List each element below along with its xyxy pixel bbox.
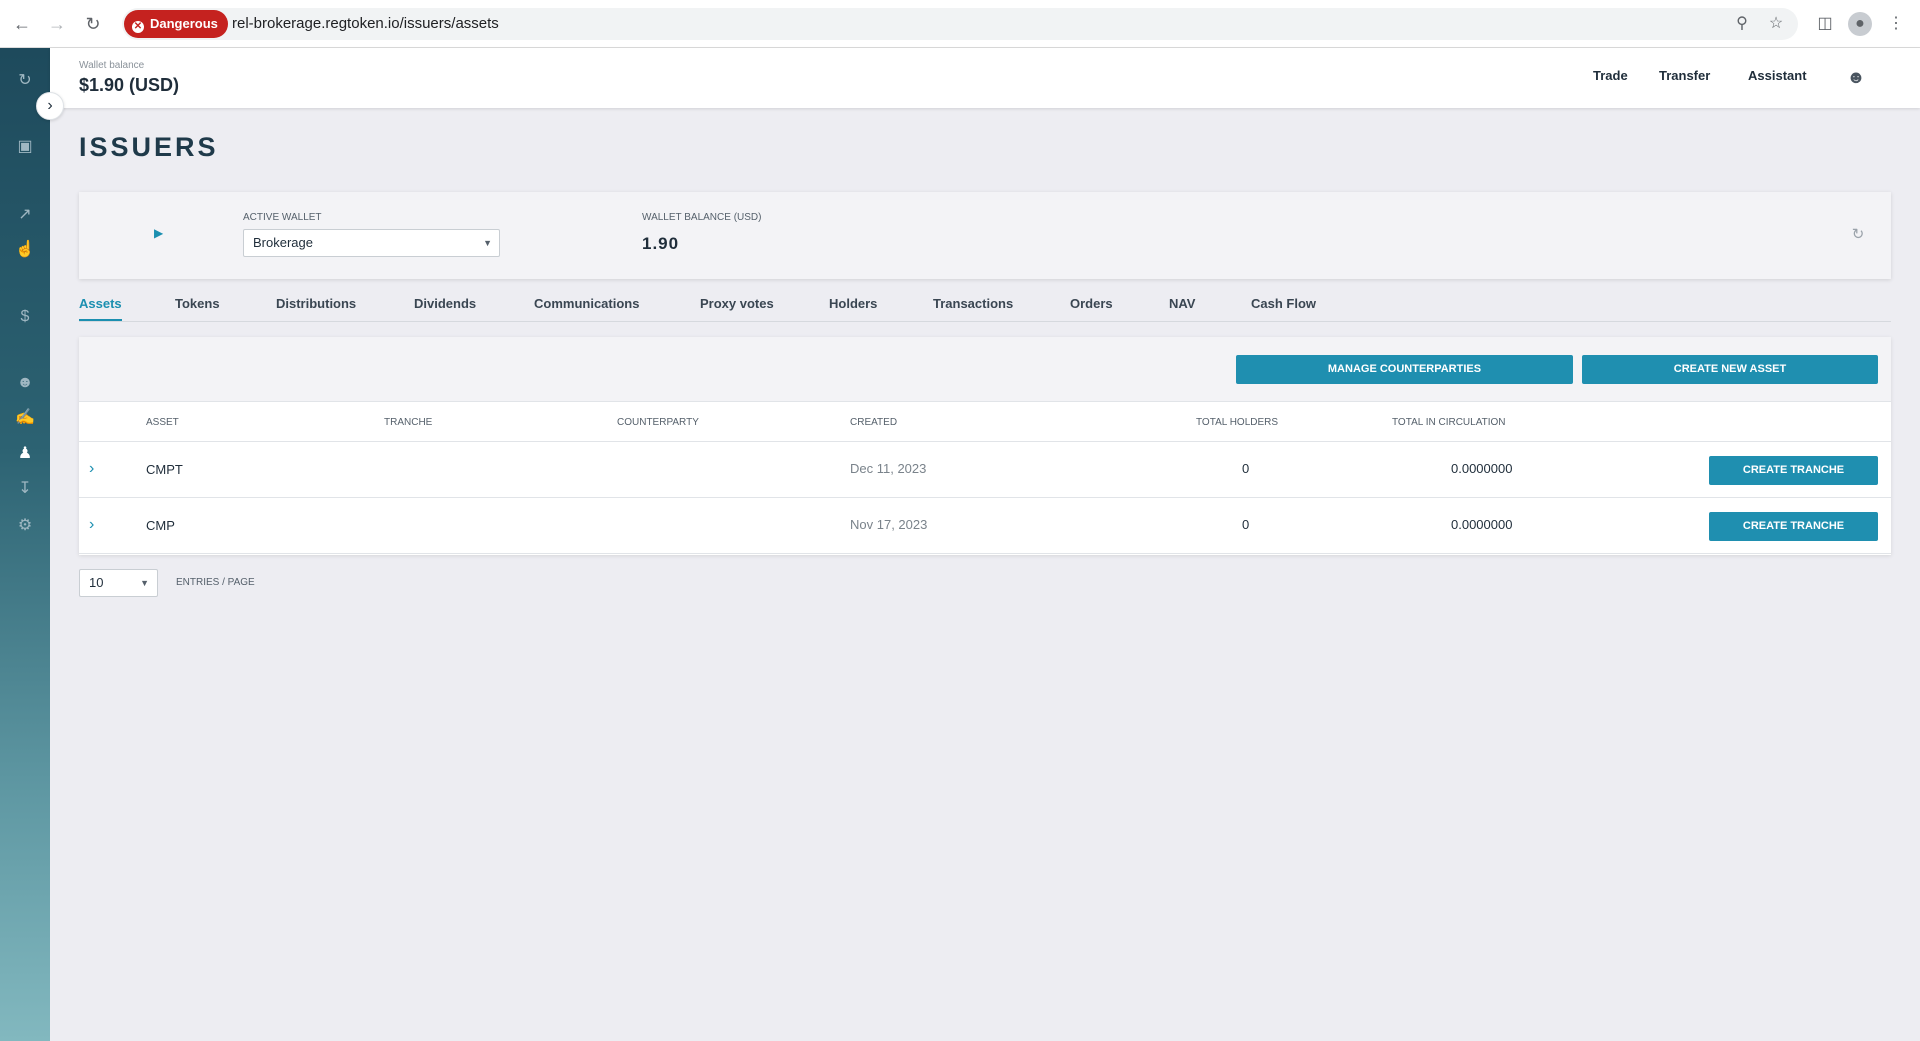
warning-x-icon: ✕ [132, 21, 144, 33]
entries-per-page-label: ENTRIES / PAGE [176, 577, 255, 588]
person-transfer-icon[interactable]: ♟ [13, 443, 37, 465]
caret-down-icon: ▼ [483, 238, 492, 248]
sidebar: ↻ ▣ ↗ ☝ $ ☻ ✍ ♟ ↧ ⚙ [0, 48, 50, 1041]
create-new-asset-button[interactable]: CREATE NEW ASSET [1582, 355, 1878, 384]
wallet-balance-usd-value: 1.90 [642, 234, 680, 253]
active-wallet-select[interactable]: Brokerage ▼ [243, 229, 500, 257]
wallet-balance-caption: Wallet balance [79, 60, 145, 71]
inbox-download-icon[interactable]: ↧ [13, 478, 37, 500]
tab-orders[interactable]: Orders [1070, 296, 1113, 319]
refresh-icon[interactable]: ↻ [1849, 226, 1867, 244]
back-arrow-icon[interactable]: ← [10, 12, 34, 36]
wallet-card: ▶ ACTIVE WALLET Brokerage ▼ WALLET BALAN… [79, 192, 1891, 279]
tab-distributions[interactable]: Distributions [276, 296, 356, 319]
assets-panel: MANAGE COUNTERPARTIES CREATE NEW ASSET A… [79, 337, 1891, 555]
wallet-balance-value: $1.90 (USD) [79, 75, 180, 95]
column-counterparty: COUNTERPARTY [617, 417, 699, 428]
assets-toolbar: MANAGE COUNTERPARTIES CREATE NEW ASSET [79, 337, 1891, 402]
chevron-right-icon[interactable]: › [89, 460, 105, 478]
play-icon[interactable]: ▶ [154, 226, 168, 240]
page-title: ISSUERS [79, 132, 219, 162]
wallet-balance-usd-label: WALLET BALANCE (USD) [642, 212, 762, 223]
total-holders-value: 0 [1242, 517, 1250, 532]
assistant-link[interactable]: Assistant [1748, 68, 1807, 83]
caret-down-icon: ▼ [140, 578, 149, 588]
security-label: Dangerous [150, 16, 218, 31]
active-wallet-value: Brokerage [253, 235, 313, 250]
column-asset: ASSET [146, 417, 179, 428]
tab-communications[interactable]: Communications [534, 296, 639, 319]
forward-arrow-icon[interactable]: → [45, 12, 69, 36]
bookmark-star-icon[interactable]: ☆ [1764, 12, 1788, 36]
manage-counterparties-button[interactable]: MANAGE COUNTERPARTIES [1236, 355, 1573, 384]
wallet-icon[interactable]: ▣ [13, 136, 37, 158]
url-text[interactable]: rel-brokerage.regtoken.io/issuers/assets [232, 8, 499, 40]
user-group-icon[interactable]: ☻ [1843, 64, 1869, 90]
created-date: Nov 17, 2023 [850, 517, 928, 532]
side-panel-icon[interactable]: ◫ [1813, 12, 1837, 36]
tab-dividends[interactable]: Dividends [414, 296, 476, 319]
handshake-icon[interactable]: ✍ [13, 407, 37, 429]
settings-arrows-icon[interactable]: ⚙ [13, 515, 37, 537]
profile-avatar-icon[interactable]: ● [1848, 12, 1872, 36]
browser-toolbar: ← → ↻ ✕ Dangerous rel-brokerage.regtoken.… [0, 0, 1920, 48]
page-size-select[interactable]: 10 ▼ [79, 569, 158, 597]
people-icon[interactable]: ☻ [13, 372, 37, 394]
tab-holders[interactable]: Holders [829, 296, 877, 319]
sync-icon[interactable]: ↻ [13, 70, 37, 92]
top-header: Wallet balance $1.90 (USD) Trade Transfe… [50, 48, 1920, 108]
column-total-holders: TOTAL HOLDERS [1196, 417, 1279, 428]
create-tranche-button[interactable]: CREATE TRANCHE [1709, 512, 1878, 541]
total-holders-value: 0 [1242, 461, 1250, 476]
issuer-tabs: Assets Tokens Distributions Dividends Co… [79, 294, 1891, 322]
column-tranche: TRANCHE [384, 417, 433, 428]
column-total-in-circulation: TOTAL IN CIRCULATION [1392, 417, 1506, 428]
sidebar-expand-chevron-icon[interactable]: › [36, 92, 64, 120]
total-in-circulation-value: 0.0000000 [1451, 461, 1513, 476]
created-date: Dec 11, 2023 [850, 461, 927, 476]
address-bar[interactable]: ✕ Dangerous rel-brokerage.regtoken.io/iss… [122, 8, 1798, 40]
tab-transactions[interactable]: Transactions [933, 296, 1013, 319]
active-wallet-label: ACTIVE WALLET [243, 212, 322, 223]
asset-name: CMPT [146, 462, 183, 477]
security-warning-chip[interactable]: ✕ Dangerous [124, 10, 228, 38]
reload-icon[interactable]: ↻ [81, 12, 105, 36]
chevron-right-icon[interactable]: › [89, 516, 105, 534]
tab-cash-flow[interactable]: Cash Flow [1251, 296, 1316, 319]
asset-name: CMP [146, 518, 175, 533]
create-tranche-button[interactable]: CREATE TRANCHE [1709, 456, 1878, 485]
zoom-icon[interactable]: ⚲ [1730, 12, 1754, 36]
page-size-value: 10 [89, 575, 104, 590]
tab-proxy-votes[interactable]: Proxy votes [700, 296, 774, 319]
tab-tokens[interactable]: Tokens [175, 296, 220, 319]
transfer-link[interactable]: Transfer [1659, 68, 1710, 83]
table-row[interactable]: › CMP Nov 17, 2023 0 0.0000000 CREATE TR… [79, 498, 1891, 554]
table-header: ASSET TRANCHE COUNTERPARTY CREATED TOTAL… [79, 402, 1891, 442]
total-in-circulation-value: 0.0000000 [1451, 517, 1513, 532]
tab-nav[interactable]: NAV [1169, 296, 1195, 319]
hand-coin-icon[interactable]: ☝ [13, 239, 37, 261]
trade-link[interactable]: Trade [1593, 68, 1628, 83]
dollar-coin-icon[interactable]: $ [13, 306, 37, 328]
more-menu-icon[interactable]: ⋮ [1884, 12, 1908, 36]
table-row[interactable]: › CMPT Dec 11, 2023 0 0.0000000 CREATE T… [79, 442, 1891, 498]
column-created: CREATED [850, 417, 898, 428]
trending-up-icon[interactable]: ↗ [13, 204, 37, 226]
tab-assets[interactable]: Assets [79, 296, 122, 321]
